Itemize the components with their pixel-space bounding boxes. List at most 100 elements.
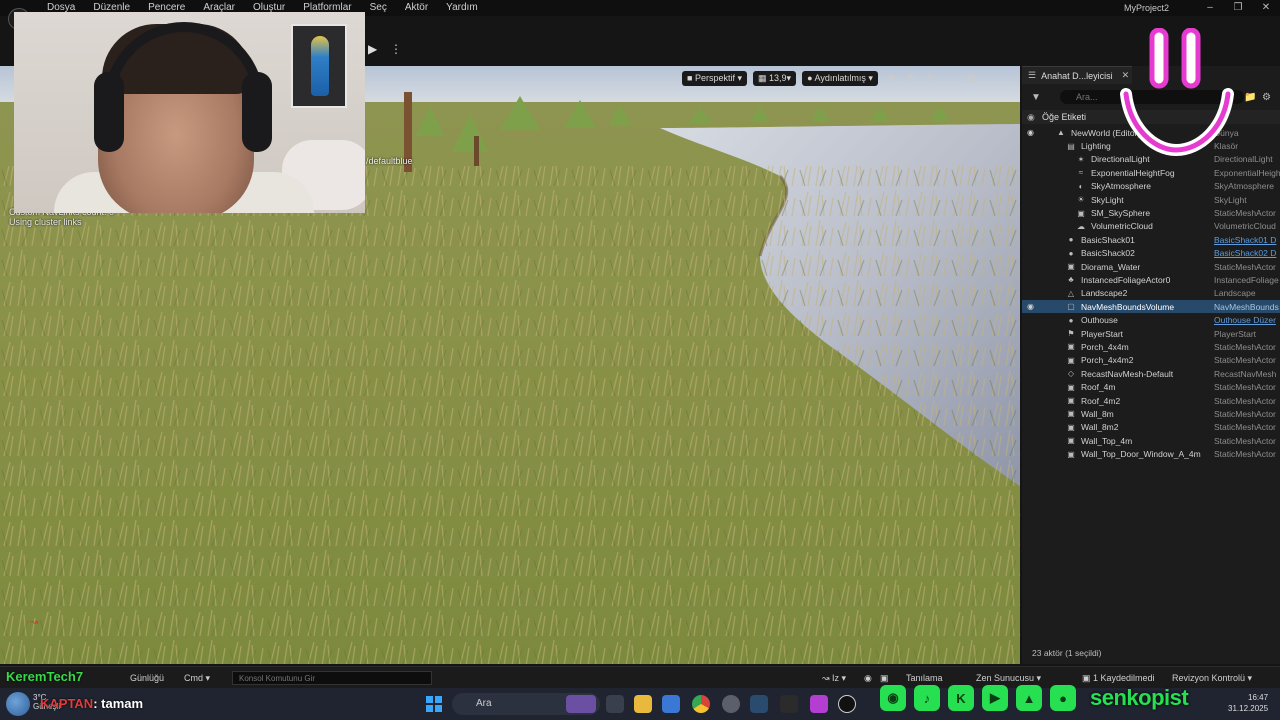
outliner-row[interactable]: ☀ SkyLight SkyLight [1022, 193, 1280, 206]
layout-icon[interactable]: ▦ [964, 73, 978, 84]
outliner-row[interactable]: ▣ Wall_Top_Door_Window_A_4m StaticMeshActo… [1022, 447, 1280, 460]
file-explorer-icon[interactable] [634, 695, 652, 713]
outliner-row[interactable]: ▣ Wall_Top_4m StaticMeshActor [1022, 434, 1280, 447]
output-log-button[interactable]: Günlüğü [130, 673, 164, 683]
navmesh-icon: ◇ [1067, 369, 1075, 379]
outliner-row[interactable]: ● BasicShack01 BasicShack01 D [1022, 233, 1280, 246]
system-clock[interactable]: 16:47 31.12.2025 [1228, 692, 1268, 714]
diagnostics-label: Tanılama [906, 673, 943, 683]
outliner-row[interactable]: ▣ Wall_8m StaticMeshActor [1022, 407, 1280, 420]
revision-control-button[interactable]: Revizyon Kontrolü ▾ [1172, 673, 1252, 684]
camera-record-icon[interactable]: ▣ [880, 673, 889, 684]
gear-icon[interactable]: ⚙ [1262, 92, 1271, 103]
store-icon[interactable] [662, 695, 680, 713]
close-icon[interactable]: ✕ [1252, 0, 1280, 16]
outliner-row-name: Diorama_Water [1081, 261, 1141, 272]
outliner-row[interactable]: ▣ Roof_4m StaticMeshActor [1022, 380, 1280, 393]
visibility-eye-icon[interactable]: ◉ [1027, 128, 1037, 137]
outliner-row[interactable]: ≈ ExponentialHeightFog ExponentialHeigh [1022, 166, 1280, 179]
outliner-row-type: PlayerStart [1214, 328, 1257, 339]
trace-icon[interactable]: ↝ Iz ▾ [822, 673, 846, 684]
menu-actor[interactable]: Aktör [396, 2, 437, 14]
social-overlay: ◉ ♪ K ▶ ▲ ● senkopist [880, 684, 1189, 712]
show-flags-icon[interactable]: ◉ [884, 73, 898, 84]
tiktok-icon: ♪ [914, 685, 940, 711]
chat-user: KAPTAN [40, 696, 94, 711]
chrome-icon[interactable] [692, 695, 710, 713]
windows-start-icon[interactable] [426, 696, 442, 712]
epic-games-icon[interactable] [780, 695, 798, 713]
menu-help[interactable]: Yardım [437, 2, 487, 14]
mesh-icon: ▣ [1067, 342, 1075, 352]
more-icon[interactable]: ⋮ [944, 73, 958, 84]
webcam-overlay [14, 12, 365, 213]
outliner-row[interactable]: ◉ ▢ NavMeshBoundsVolume NavMeshBounds [1022, 300, 1280, 314]
play-icon[interactable]: ▶ [368, 42, 384, 58]
outliner-row[interactable]: ● BasicShack02 BasicShack02 D [1022, 247, 1280, 260]
lit-sphere-icon: ● [807, 72, 815, 83]
outliner-row[interactable]: ◇ RecastNavMesh-Default RecastNavMesh [1022, 367, 1280, 380]
zen-label: Zen Sunucusu [976, 673, 1035, 683]
outliner-row-type-link[interactable]: BasicShack02 D [1214, 248, 1280, 258]
console-input[interactable] [232, 671, 432, 685]
clock-time: 16:47 [1248, 693, 1269, 702]
diagnostics-button[interactable]: Tanılama [906, 673, 943, 683]
visibility-icon[interactable]: ◉ [1027, 112, 1039, 123]
outliner-row[interactable]: ◐ SkyAtmosphere SkyAtmosphere [1022, 180, 1280, 193]
perspective-dropdown[interactable]: ■ Perspektif ▾ [682, 70, 747, 86]
outliner-row[interactable]: ▣ Roof_4m2 StaticMeshActor [1022, 394, 1280, 407]
mesh-icon: ▣ [1077, 208, 1085, 218]
steam-icon[interactable] [750, 695, 768, 713]
column-item-label[interactable]: Öğe Etiketi [1042, 112, 1086, 122]
record-icon[interactable]: ◉ [864, 673, 872, 684]
maximize-icon[interactable]: ❐ [1224, 0, 1252, 16]
fov-dropdown[interactable]: ▦ 13,9▾ [753, 70, 797, 86]
tab-outliner[interactable]: ☰ Anahat D...leyicisi ✕ [1022, 66, 1132, 84]
menu-select[interactable]: Seç [361, 2, 396, 14]
search-highlight-icon[interactable] [566, 695, 596, 713]
lighting-dropdown[interactable]: ● Aydınlatılmış ▾ [802, 70, 878, 86]
outliner-row[interactable]: ▣ Diorama_Water StaticMeshActor [1022, 260, 1280, 273]
outliner-row-type: StaticMeshActor [1214, 341, 1276, 352]
unreal-taskbar-icon[interactable] [838, 695, 856, 713]
outliner-row[interactable]: ▣ Porch_4x4m2 StaticMeshActor [1022, 354, 1280, 367]
outliner-row[interactable]: ▣ SM_SkySphere StaticMeshActor [1022, 206, 1280, 219]
mesh-icon: ▣ [1067, 396, 1075, 405]
zen-server-button[interactable]: Zen Sunucusu ▾ [976, 673, 1041, 684]
visibility-eye-icon[interactable]: ◉ [1027, 302, 1037, 311]
transform-icon[interactable]: ✥ [904, 73, 918, 84]
like-icon: ▲ [1016, 685, 1042, 711]
outliner-row-type: StaticMeshActor [1214, 261, 1276, 272]
outliner-row[interactable]: ♣ InstancedFoliageActor0 InstancedFoliage [1022, 273, 1280, 286]
more-options-icon[interactable]: ⋮ [390, 42, 402, 56]
cmd-dropdown[interactable]: Cmd ▾ [184, 673, 210, 684]
outliner-row-type: SkyAtmosphere [1214, 181, 1274, 192]
outliner-row[interactable]: ● Outhouse Outhouse Düzer [1022, 313, 1280, 326]
outliner-row-type-link[interactable]: BasicShack01 D [1214, 235, 1280, 245]
github-icon[interactable] [722, 695, 740, 713]
fov-value: 13,9 [769, 72, 787, 83]
actor-icon: ● [1068, 315, 1074, 325]
outliner-row[interactable]: ▣ Wall_8m2 StaticMeshActor [1022, 421, 1280, 434]
outliner-row[interactable]: ▣ Porch_4x4m StaticMeshActor [1022, 340, 1280, 353]
mesh-icon: ▣ [1067, 436, 1075, 446]
outliner-row-name: VolumetricCloud [1091, 221, 1153, 232]
settings-icon[interactable]: ⚙ [924, 73, 938, 84]
add-folder-icon[interactable]: 📁 [1244, 92, 1256, 103]
outliner-row-type: InstancedFoliage [1214, 274, 1279, 285]
kick-icon: K [948, 685, 974, 711]
app-icon[interactable] [810, 695, 828, 713]
outliner-row[interactable]: △ Landscape2 Landscape [1022, 287, 1280, 300]
outliner-row-type-link[interactable]: Outhouse Düzer [1214, 315, 1280, 325]
outliner-row-name: Landscape2 [1081, 288, 1128, 299]
filter-icon[interactable]: ▼ [1031, 92, 1045, 103]
task-view-icon[interactable] [606, 695, 624, 713]
revision-label: Revizyon Kontrolü [1172, 673, 1246, 683]
unsaved-button[interactable]: ▣ 1 Kaydedilmedi [1082, 673, 1155, 684]
weather-icon[interactable] [6, 692, 30, 716]
minimize-icon[interactable]: – [1196, 0, 1224, 16]
outliner-row[interactable]: ☁ VolumetricCloud VolumetricCloud [1022, 220, 1280, 233]
lighting-label: Aydınlatılmış [814, 72, 866, 83]
outliner-row[interactable]: ⚑ PlayerStart PlayerStart [1022, 327, 1280, 340]
fov-icon: ▦ [758, 72, 770, 83]
